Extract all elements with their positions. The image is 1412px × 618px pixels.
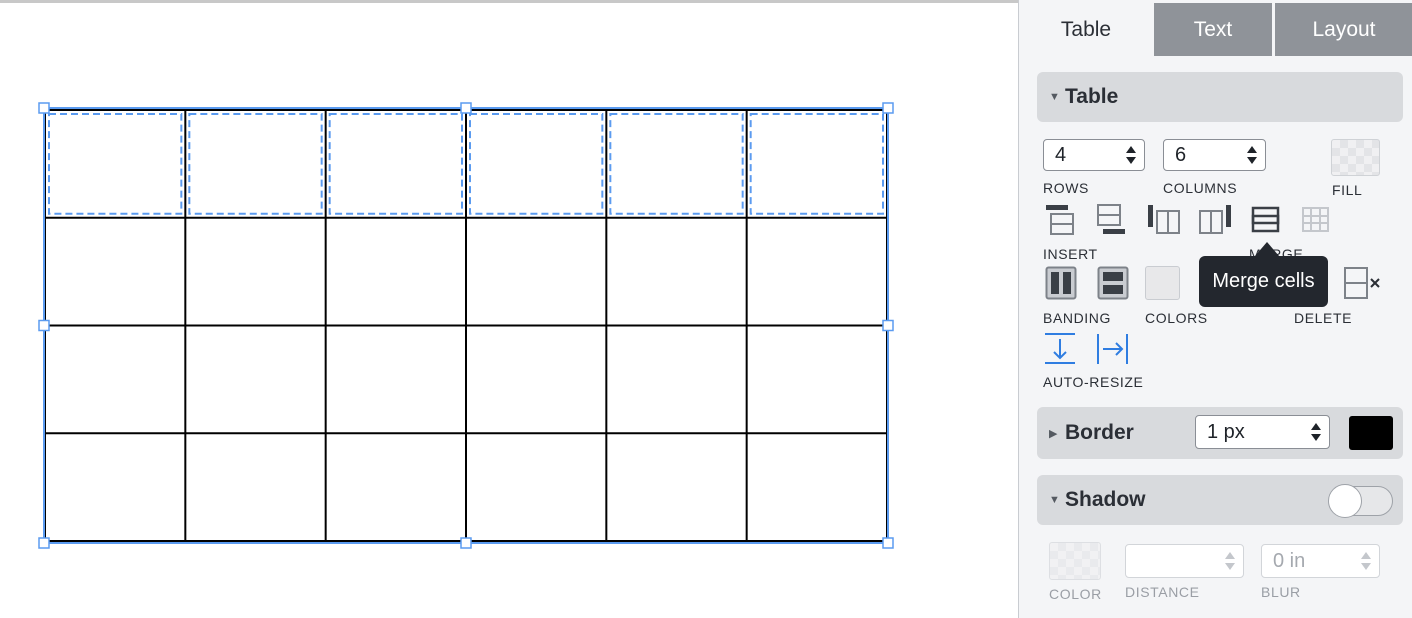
tooltip-arrow <box>1255 242 1279 256</box>
table-cell[interactable] <box>746 110 887 218</box>
shadow-toggle[interactable] <box>1328 484 1393 518</box>
table-section-title: Table <box>1065 85 1119 108</box>
table-cell[interactable] <box>746 433 887 541</box>
shadow-distance-label: DISTANCE <box>1125 584 1200 600</box>
stepper-arrows-icon[interactable] <box>1310 421 1322 443</box>
table-cell[interactable] <box>325 325 466 434</box>
canvas[interactable] <box>0 3 1018 618</box>
table-cell[interactable] <box>185 110 326 218</box>
table-cell[interactable] <box>466 110 607 218</box>
tab-text[interactable]: Text <box>1153 3 1272 56</box>
resize-handle[interactable] <box>882 102 894 114</box>
resize-handle[interactable] <box>460 537 472 549</box>
insert-column-right-icon[interactable] <box>1199 204 1233 236</box>
shadow-blur-stepper[interactable]: 0 in <box>1261 544 1380 578</box>
resize-handle[interactable] <box>38 319 50 332</box>
resize-handle[interactable] <box>882 319 894 332</box>
tab-table[interactable]: Table <box>1019 3 1153 56</box>
table-cell[interactable] <box>746 325 887 434</box>
shadow-blur-label: BLUR <box>1261 584 1301 600</box>
insert-column-left-icon[interactable] <box>1147 204 1181 236</box>
shadow-blur-value: 0 in <box>1273 549 1306 572</box>
banding-label: BANDING <box>1043 310 1111 326</box>
merge-cells-icon[interactable] <box>1251 206 1281 234</box>
table-cell[interactable] <box>185 217 326 326</box>
banding-columns-icon[interactable] <box>1045 266 1077 300</box>
stepper-arrows-icon[interactable] <box>1246 144 1258 166</box>
auto-resize-label: AUTO-RESIZE <box>1043 374 1144 390</box>
fill-label: FILL <box>1332 182 1363 198</box>
columns-stepper[interactable]: 6 <box>1163 139 1266 171</box>
border-width-stepper[interactable]: 1 px <box>1195 415 1330 449</box>
table-cell[interactable] <box>185 433 326 541</box>
shadow-color-label: COLOR <box>1049 586 1102 602</box>
table-object[interactable] <box>0 3 1018 618</box>
stepper-arrows-icon[interactable] <box>1125 144 1137 166</box>
border-color-swatch[interactable] <box>1349 416 1393 450</box>
insert-row-above-icon[interactable] <box>1045 204 1075 236</box>
table-cell[interactable] <box>325 110 466 218</box>
tab-layout[interactable]: Layout <box>1273 3 1412 56</box>
table-cell[interactable] <box>466 217 607 326</box>
table-cell[interactable] <box>45 433 186 541</box>
columns-value: 6 <box>1175 143 1187 166</box>
table-cell[interactable] <box>45 325 186 434</box>
table-cell[interactable] <box>45 217 186 326</box>
columns-label: COLUMNS <box>1163 180 1238 196</box>
table-cell[interactable] <box>606 325 747 434</box>
border-width-value: 1 px <box>1207 420 1245 443</box>
auto-resize-height-icon[interactable] <box>1043 332 1077 366</box>
table-section-header[interactable]: ▼ Table <box>1037 72 1403 122</box>
rows-value: 4 <box>1055 143 1067 166</box>
toggle-knob <box>1328 484 1362 518</box>
insert-label: INSERT <box>1043 246 1098 262</box>
resize-handle[interactable] <box>460 102 472 114</box>
resize-handle[interactable] <box>882 537 894 549</box>
fill-swatch[interactable] <box>1331 139 1380 176</box>
banding-rows-icon[interactable] <box>1097 266 1129 300</box>
stepper-arrows-icon[interactable] <box>1360 550 1372 572</box>
properties-panel: Table Text Layout ▼ Table 4 6 ROWS COLUM… <box>1018 0 1412 618</box>
colors-label: COLORS <box>1145 310 1208 326</box>
shadow-color-swatch[interactable] <box>1049 542 1101 580</box>
resize-handle[interactable] <box>38 537 50 549</box>
table-cell[interactable] <box>606 110 747 218</box>
table-cell[interactable] <box>746 217 887 326</box>
panel-tabs: Table Text Layout <box>1019 0 1412 56</box>
colors-swatch[interactable] <box>1145 266 1180 300</box>
rows-label: ROWS <box>1043 180 1089 196</box>
shadow-distance-stepper[interactable] <box>1125 544 1244 578</box>
table-cell[interactable] <box>45 110 186 218</box>
caret-down-icon: ▼ <box>1049 91 1060 103</box>
caret-down-icon: ▼ <box>1049 494 1060 506</box>
merge-cells-tooltip: Merge cells <box>1199 256 1328 307</box>
resize-handle[interactable] <box>38 102 50 114</box>
shadow-section-title: Shadow <box>1065 488 1146 511</box>
caret-right-icon: ▶ <box>1049 427 1058 440</box>
table-cell[interactable] <box>185 325 326 434</box>
insert-row-below-icon[interactable] <box>1097 204 1127 236</box>
unmerge-cells-icon[interactable] <box>1301 206 1331 234</box>
border-section-title: Border <box>1065 421 1134 444</box>
auto-resize-width-icon[interactable] <box>1096 332 1130 366</box>
delete-table-icon[interactable] <box>1343 266 1383 302</box>
table-cell[interactable] <box>325 433 466 541</box>
table-cell[interactable] <box>606 217 747 326</box>
table-cell[interactable] <box>466 433 607 541</box>
table-cell[interactable] <box>325 217 466 326</box>
stepper-arrows-icon[interactable] <box>1224 550 1236 572</box>
rows-stepper[interactable]: 4 <box>1043 139 1145 171</box>
table-cell[interactable] <box>466 325 607 434</box>
delete-label: DELETE <box>1294 310 1353 326</box>
table-cell[interactable] <box>606 433 747 541</box>
